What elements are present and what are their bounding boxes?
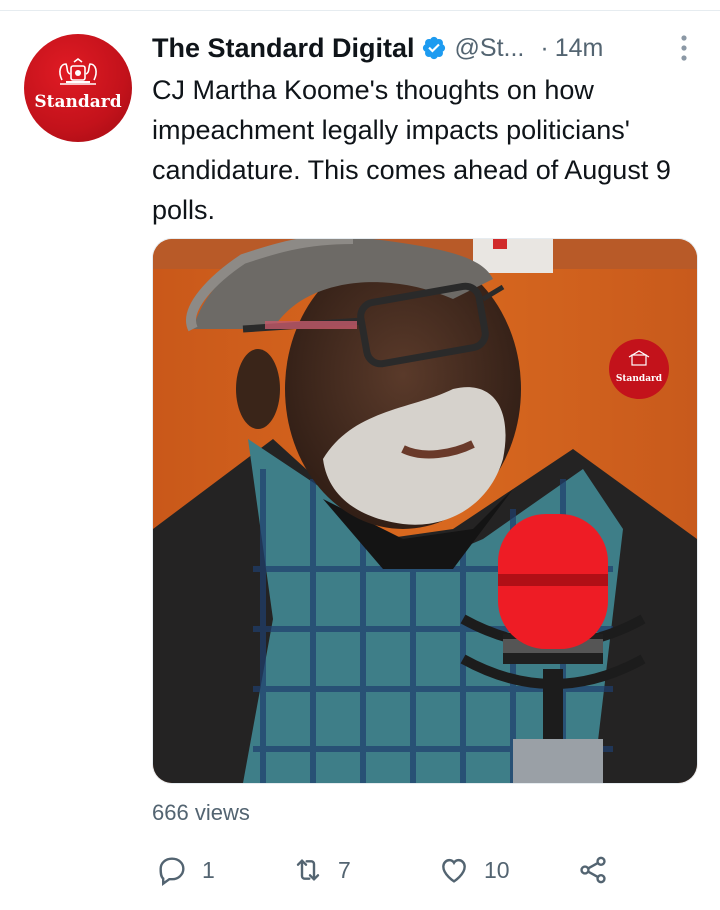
avatar-wordmark: Standard — [34, 92, 122, 112]
retweet-count: 7 — [338, 856, 351, 883]
retweet-button[interactable]: 7 — [292, 850, 351, 890]
video-watermark: Standard — [616, 374, 663, 384]
separator-dot: · — [540, 33, 549, 62]
more-vertical-icon[interactable] — [680, 34, 688, 62]
top-divider — [0, 10, 720, 11]
view-count: 666 views — [152, 800, 250, 825]
tweet-video[interactable]: Standard — [152, 238, 698, 784]
tweet-text: CJ Martha Koome's thoughts on how impeac… — [152, 75, 671, 225]
reply-button[interactable]: 1 — [156, 850, 215, 890]
share-icon — [580, 856, 606, 884]
action-bar: 1 7 10 — [152, 850, 622, 890]
verified-badge-icon — [422, 36, 445, 60]
tweet-header: The Standard Digital @St... · 14m — [152, 28, 702, 68]
video-frame: Standard — [153, 239, 697, 783]
tweet-timestamp[interactable]: 14m — [555, 34, 604, 63]
crest-icon — [59, 58, 97, 85]
author-name[interactable]: The Standard Digital — [152, 33, 415, 64]
author-handle[interactable]: @St... — [455, 34, 525, 63]
like-button[interactable]: 10 — [438, 850, 510, 890]
share-button[interactable] — [577, 850, 609, 890]
reply-count: 1 — [202, 856, 215, 883]
like-count: 10 — [484, 856, 510, 883]
reply-icon — [159, 857, 185, 886]
heart-icon — [442, 858, 466, 883]
retweet-icon — [296, 859, 320, 881]
profile-avatar[interactable]: Standard — [24, 34, 132, 142]
